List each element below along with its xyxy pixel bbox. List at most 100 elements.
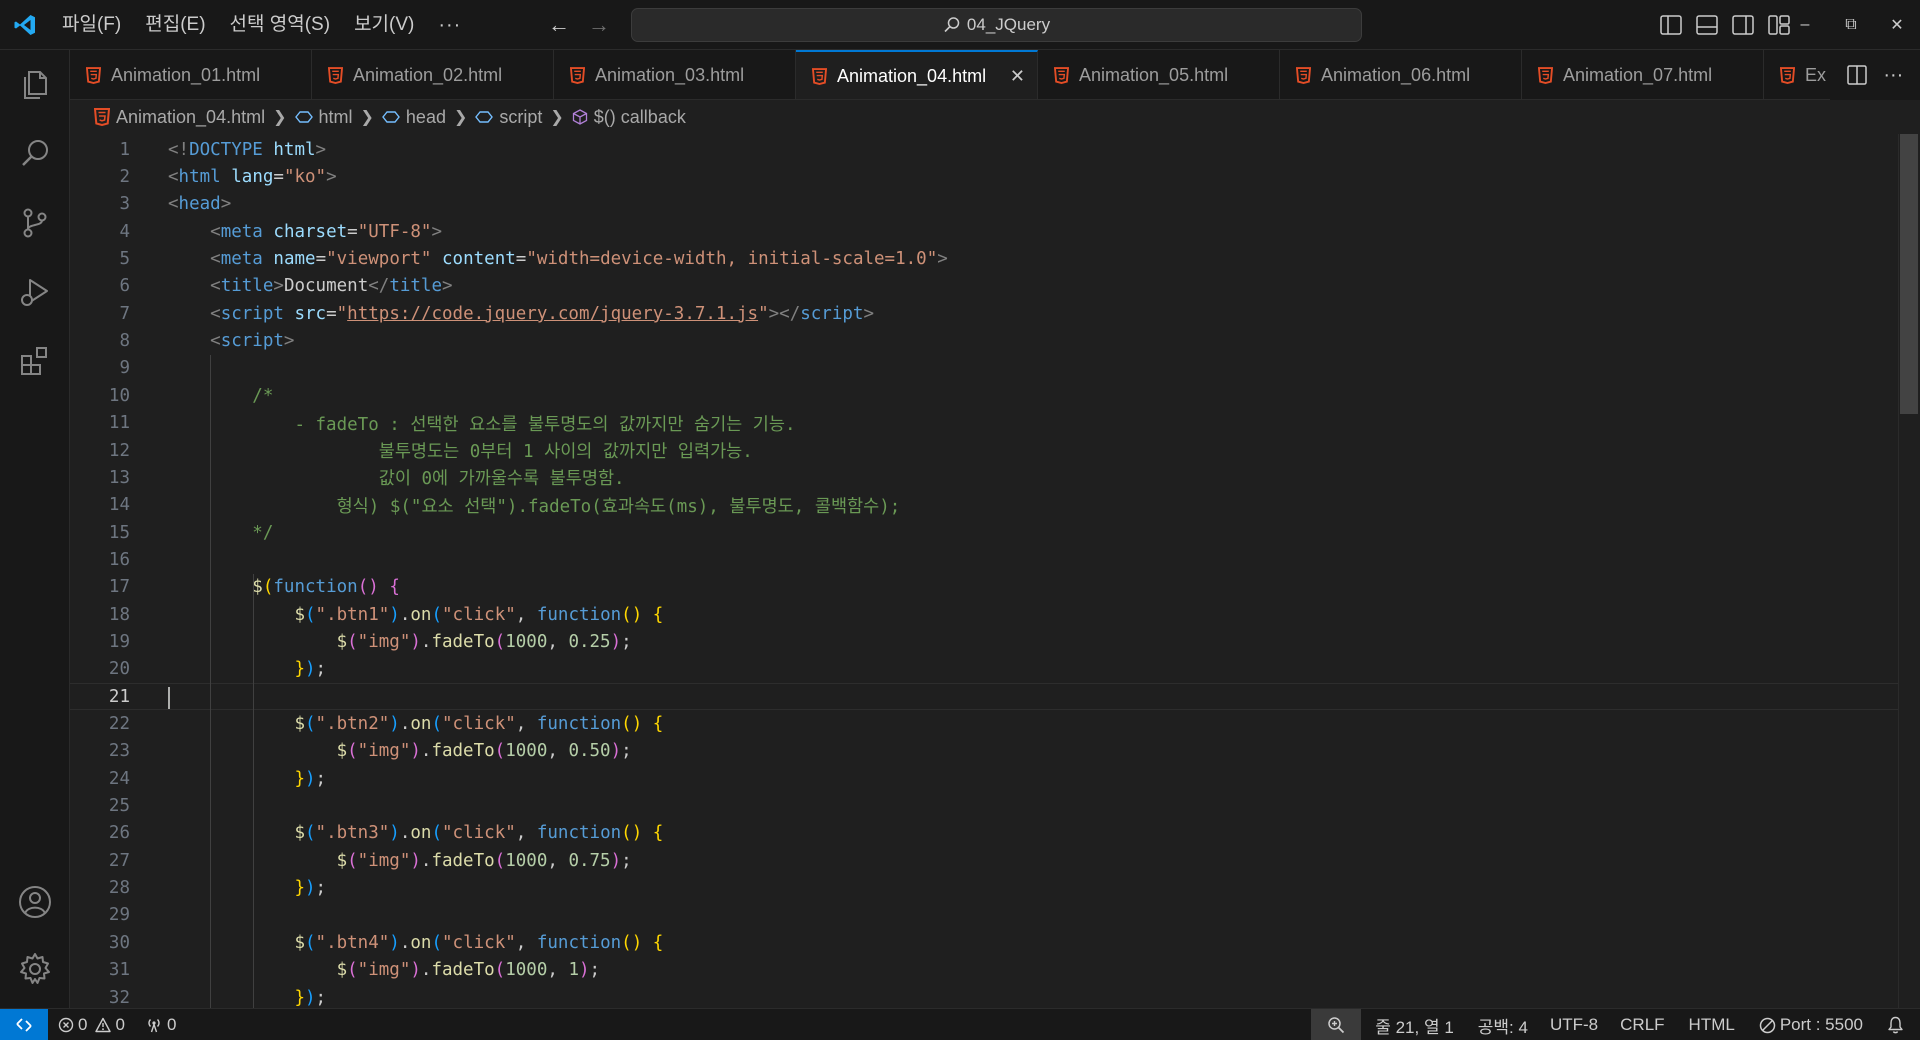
problems-indicator[interactable]: 0 0 (48, 1009, 135, 1040)
code-line[interactable]: 26 $(".btn3").on("click", function() { (70, 820, 1900, 847)
code-line[interactable]: 28 }); (70, 874, 1900, 901)
code-line[interactable]: 18 $(".btn1").on("click", function() { (70, 601, 1900, 628)
menu-more[interactable]: ··· (426, 0, 473, 50)
code-line[interactable]: 4 <meta charset="UTF-8"> (70, 218, 1900, 245)
forward-arrow-icon[interactable]: → (588, 12, 610, 38)
accounts-icon[interactable] (0, 869, 70, 935)
encoding[interactable]: UTF-8 (1538, 1009, 1610, 1040)
tab-4[interactable]: Animation_04.html ✕ (796, 50, 1038, 99)
tab-2[interactable]: Animation_02.html (312, 50, 554, 99)
code-line[interactable]: 8 <script> (70, 327, 1900, 354)
breadcrumb-file[interactable]: Animation_04.html (94, 107, 265, 128)
code-line[interactable]: 3 <head> (70, 191, 1900, 218)
code-line[interactable]: 6 <title>Document</title> (70, 273, 1900, 300)
notifications-bell-icon[interactable] (1873, 1009, 1920, 1040)
code-line[interactable]: 17 $(function() { (70, 574, 1900, 601)
tab-5[interactable]: Animation_05.html (1038, 50, 1280, 99)
toggle-secondary-sidebar-icon[interactable] (1732, 15, 1754, 35)
menu-selection[interactable]: 선택 영역(S) (218, 0, 343, 50)
toggle-primary-sidebar-icon[interactable] (1660, 15, 1682, 35)
code-line[interactable]: 14 형식) $("요소 선택").fadeTo(효과속도(ms), 불투명도,… (70, 492, 1900, 519)
code-line[interactable]: 19 $("img").fadeTo(1000, 0.25); (70, 628, 1900, 655)
run-debug-icon[interactable] (0, 259, 70, 325)
scrollbar-thumb[interactable] (1900, 134, 1918, 414)
code-token: script (220, 331, 284, 352)
code-line[interactable]: 31 $("img").fadeTo(1000, 1); (70, 957, 1900, 984)
code-token: function (536, 823, 622, 844)
live-server-port[interactable]: Port : 5500 (1749, 1009, 1873, 1040)
explorer-icon[interactable] (0, 52, 70, 118)
code-line[interactable]: 30 $(".btn4").on("click", function() { (70, 929, 1900, 956)
vertical-scrollbar[interactable] (1898, 134, 1920, 1008)
settings-gear-icon[interactable] (0, 936, 70, 1002)
toggle-panel-icon[interactable] (1696, 15, 1718, 35)
code-token: < (210, 249, 221, 270)
tab-3[interactable]: Animation_03.html (554, 50, 796, 99)
command-center-search[interactable]: 04_JQuery (631, 8, 1362, 42)
minimize-icon[interactable]: – (1782, 16, 1828, 34)
code-token: { (652, 604, 664, 625)
language-mode[interactable]: HTML (1675, 1009, 1749, 1040)
tab-label: Animation_02.html (353, 64, 503, 85)
code-token: "click" (442, 932, 516, 953)
breadcrumb-item[interactable]: html (294, 107, 353, 128)
code-line[interactable]: 32 }); (70, 984, 1900, 1008)
menu-edit[interactable]: 편집(E) (133, 0, 217, 50)
code-line[interactable]: 23 $("img").fadeTo(1000, 0.50); (70, 738, 1900, 765)
restore-icon[interactable]: ⧉ (1828, 16, 1874, 34)
split-editor-icon[interactable] (1846, 65, 1867, 85)
code-line[interactable]: 2 <html lang="ko"> (70, 163, 1900, 190)
indentation[interactable]: 공백: 4 (1468, 1009, 1538, 1040)
code-token: /* (252, 385, 274, 406)
code-line[interactable]: 12 불투명도는 0부터 1 사이의 값까지만 입력가능. (70, 437, 1900, 464)
code-line[interactable]: 27 $("img").fadeTo(1000, 0.75); (70, 847, 1900, 874)
code-line[interactable]: 29 (70, 902, 1900, 929)
close-window-icon[interactable]: ✕ (1874, 15, 1920, 35)
tab-1[interactable]: Animation_01.html (70, 50, 312, 99)
code-line[interactable]: 24 }); (70, 765, 1900, 792)
menu-view[interactable]: 보기(V) (342, 0, 426, 50)
search-icon[interactable] (0, 121, 70, 187)
cursor-position[interactable]: 줄 21, 열 1 (1361, 1009, 1468, 1040)
zoom-indicator[interactable] (1311, 1009, 1362, 1040)
code-token: on (410, 932, 432, 953)
line-ending[interactable]: CRLF (1610, 1009, 1674, 1040)
code-line[interactable]: 21 (70, 683, 1900, 711)
breadcrumb-item[interactable]: $() callback (572, 107, 686, 128)
code-line[interactable]: 22 $(".btn2").on("click", function() { (70, 710, 1900, 737)
code-line[interactable]: 7 <script src="https://code.jquery.com/j… (70, 300, 1900, 327)
line-number: 22 (108, 714, 130, 735)
code-token: title (389, 276, 442, 297)
remote-indicator[interactable] (0, 1008, 48, 1040)
more-actions-icon[interactable]: ··· (1883, 64, 1903, 87)
line-number: 2 (119, 167, 130, 188)
breadcrumb-item[interactable]: script (475, 107, 542, 128)
code-line[interactable]: 20 }); (70, 656, 1900, 683)
line-number: 16 (108, 549, 130, 570)
line-number: 28 (108, 878, 130, 899)
code-line[interactable]: 15 */ (70, 519, 1900, 546)
tab-6[interactable]: Animation_06.html (1280, 50, 1522, 99)
code-line[interactable]: 10 /* (70, 382, 1900, 409)
code-editor[interactable]: 1 <!DOCTYPE html> 2 <html lang="ko"> 3 <head>… (70, 134, 1920, 1008)
code-line[interactable]: 16 (70, 546, 1900, 573)
code-token: ( (494, 741, 506, 762)
tab-close-icon[interactable]: ✕ (1010, 66, 1025, 87)
code-token: fadeTo (431, 631, 495, 652)
code-line[interactable]: 5 <meta name="viewport" content="width=d… (70, 245, 1900, 272)
code-line[interactable]: 13 값이 0에 가까울수록 불투명함. (70, 464, 1900, 491)
extensions-icon[interactable] (0, 328, 70, 394)
window-controls: – ⧉ ✕ (1782, 0, 1920, 50)
tab-7[interactable]: Animation_07.html (1522, 50, 1764, 99)
ports-indicator[interactable]: 0 (135, 1009, 186, 1040)
menu-file[interactable]: 파일(F) (50, 0, 133, 50)
code-line[interactable]: 1 <!DOCTYPE html> (70, 136, 1900, 163)
code-line[interactable]: 25 (70, 792, 1900, 819)
back-arrow-icon[interactable]: ← (548, 12, 570, 38)
code-line[interactable]: 11 - fadeTo : 선택한 요소를 불투명도의 값까지만 숨기는 기능. (70, 410, 1900, 437)
code-line[interactable]: 9 (70, 355, 1900, 382)
source-control-icon[interactable] (0, 190, 70, 256)
breadcrumb-item[interactable]: head (382, 107, 446, 128)
code-token: } (294, 987, 305, 1008)
